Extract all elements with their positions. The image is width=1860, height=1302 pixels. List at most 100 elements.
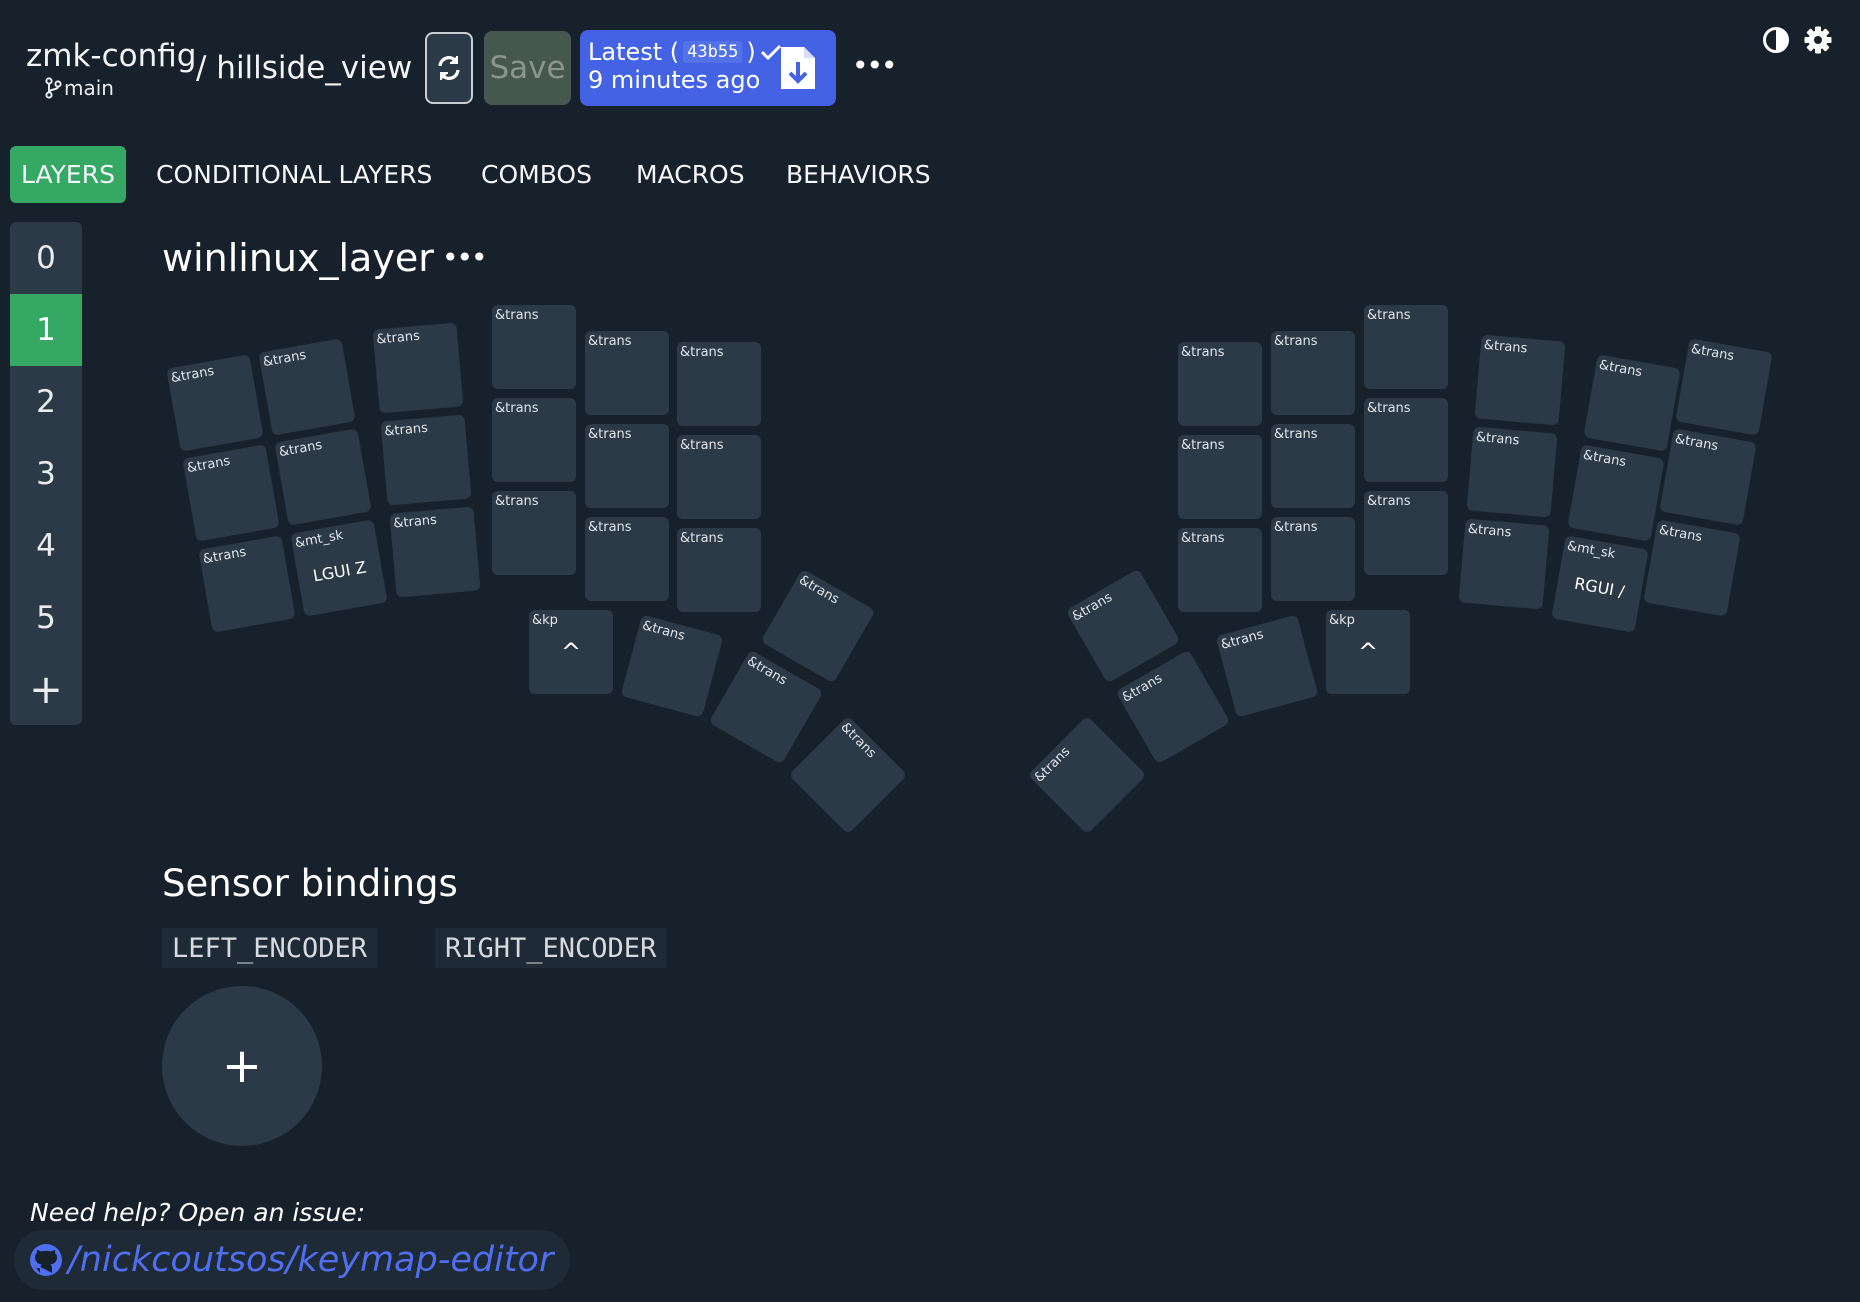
key-behavior: &kp xyxy=(532,613,558,628)
layer-item-3[interactable]: 3 xyxy=(10,438,82,510)
key[interactable]: &trans xyxy=(1178,435,1262,519)
key-behavior: &trans xyxy=(375,328,421,348)
sensor-bindings-title: Sensor bindings xyxy=(162,862,458,905)
key[interactable]: &trans xyxy=(274,428,372,526)
keyboard-name[interactable]: / hillside_view xyxy=(196,50,412,86)
key[interactable]: &trans xyxy=(1215,614,1319,718)
key-behavior: &trans xyxy=(1119,670,1165,706)
key-behavior: &trans xyxy=(1274,334,1318,349)
key[interactable]: &trans xyxy=(1659,428,1757,526)
key[interactable]: &trans xyxy=(1271,331,1355,415)
key-behavior: &trans xyxy=(680,438,724,453)
key-param: LGUI Z xyxy=(311,557,368,586)
key[interactable]: &trans xyxy=(677,342,761,426)
key[interactable]: &trans xyxy=(788,715,908,835)
key[interactable]: &mt_sk RGUI / xyxy=(1551,535,1649,633)
branch-selector[interactable]: main xyxy=(44,76,114,100)
key[interactable]: &trans xyxy=(372,322,464,414)
key[interactable]: &trans xyxy=(492,398,576,482)
key[interactable]: &trans xyxy=(1178,342,1262,426)
key-behavior: &mt_sk xyxy=(293,527,345,552)
key[interactable]: &trans xyxy=(1271,424,1355,508)
key-behavior: &trans xyxy=(640,618,687,644)
tab-combos[interactable]: COMBOS xyxy=(471,146,602,203)
key-behavior: &trans xyxy=(1031,744,1074,786)
github-repo-link-text[interactable]: /nickcoutsos/keymap-editor xyxy=(68,1240,553,1280)
add-layer-button[interactable]: + xyxy=(10,654,82,725)
more-options-button[interactable]: ••• xyxy=(852,52,898,80)
add-sensor-binding-button[interactable]: + xyxy=(162,986,322,1146)
key-behavior: &trans xyxy=(495,401,539,416)
save-button[interactable]: Save xyxy=(484,31,571,105)
layer-item-0[interactable]: 0 xyxy=(10,222,82,294)
key[interactable]: &trans xyxy=(1364,398,1448,482)
key[interactable]: &trans xyxy=(677,528,761,612)
key[interactable]: &trans xyxy=(677,435,761,519)
key-behavior: &trans xyxy=(1367,494,1411,509)
key[interactable]: &trans xyxy=(620,614,724,718)
key-behavior: &trans xyxy=(1467,521,1512,541)
key[interactable]: &trans xyxy=(182,444,280,542)
key[interactable]: &trans xyxy=(166,354,264,452)
latest-label: Latest ( xyxy=(588,38,680,66)
layer-item-1[interactable]: 1 xyxy=(10,294,82,366)
key[interactable]: &trans xyxy=(1583,354,1681,452)
file-download-icon xyxy=(781,47,815,89)
key[interactable]: &trans xyxy=(198,535,296,633)
key[interactable]: &trans xyxy=(1466,426,1558,518)
key-behavior: &trans xyxy=(392,512,438,532)
key[interactable]: &trans xyxy=(1271,517,1355,601)
tab-macros[interactable]: MACROS xyxy=(626,146,755,203)
key[interactable]: &trans xyxy=(1364,305,1448,389)
key-behavior: &trans xyxy=(201,544,248,568)
gear-icon[interactable] xyxy=(1804,26,1832,58)
refresh-icon xyxy=(438,56,460,80)
repo-name[interactable]: zmk-config xyxy=(26,38,196,74)
layer-item-4[interactable]: 4 xyxy=(10,510,82,582)
key[interactable]: &trans xyxy=(1364,491,1448,575)
key[interactable]: &trans xyxy=(585,424,669,508)
key[interactable]: &trans xyxy=(1675,338,1773,436)
key[interactable]: &mt_sk LGUI Z xyxy=(290,519,388,617)
git-branch-icon xyxy=(45,77,62,99)
tab-layers[interactable]: LAYERS xyxy=(10,146,126,203)
key[interactable]: &trans xyxy=(380,414,472,506)
key[interactable]: &kp ^ xyxy=(1326,610,1410,694)
key[interactable]: &trans xyxy=(389,506,481,598)
layer-title[interactable]: winlinux_layer xyxy=(162,236,434,280)
key-behavior: &trans xyxy=(1475,429,1520,449)
key-behavior: &trans xyxy=(261,347,308,371)
key[interactable]: &trans xyxy=(1178,528,1262,612)
key[interactable]: &trans xyxy=(585,517,669,601)
key[interactable]: &trans xyxy=(492,491,576,575)
key-behavior: &trans xyxy=(1274,427,1318,442)
tab-behaviors[interactable]: BEHAVIORS xyxy=(776,146,941,203)
key[interactable]: &trans xyxy=(1027,715,1147,835)
refresh-button[interactable] xyxy=(425,32,473,104)
tab-conditional-layers[interactable]: CONDITIONAL LAYERS xyxy=(146,146,442,203)
key-behavior: &trans xyxy=(1274,520,1318,535)
key-behavior: &kp xyxy=(1329,613,1355,628)
layer-item-2[interactable]: 2 xyxy=(10,366,82,438)
contrast-toggle-icon[interactable] xyxy=(1762,26,1790,58)
layer-options-button[interactable]: ••• xyxy=(442,244,488,272)
key-behavior: &trans xyxy=(588,334,632,349)
key-behavior: &trans xyxy=(837,719,879,762)
key[interactable]: &kp ^ xyxy=(529,610,613,694)
key-behavior: &trans xyxy=(1581,447,1628,471)
layer-list: 0 1 2 3 4 5 + xyxy=(10,222,82,725)
download-firmware-button[interactable] xyxy=(778,44,818,96)
github-issue-link[interactable]: /nickcoutsos/keymap-editor xyxy=(14,1230,570,1290)
key-behavior: &trans xyxy=(1219,627,1266,653)
key[interactable]: &trans xyxy=(492,305,576,389)
key-behavior: &trans xyxy=(1181,438,1225,453)
key-behavior: &trans xyxy=(495,308,539,323)
layer-item-5[interactable]: 5 xyxy=(10,582,82,654)
key[interactable]: &trans xyxy=(1458,518,1550,610)
key-behavior: &trans xyxy=(680,531,724,546)
key[interactable]: &trans xyxy=(585,331,669,415)
key[interactable]: &trans xyxy=(1567,444,1665,542)
key[interactable]: &trans xyxy=(1643,519,1741,617)
key[interactable]: &trans xyxy=(1474,334,1566,426)
key[interactable]: &trans xyxy=(258,338,356,436)
